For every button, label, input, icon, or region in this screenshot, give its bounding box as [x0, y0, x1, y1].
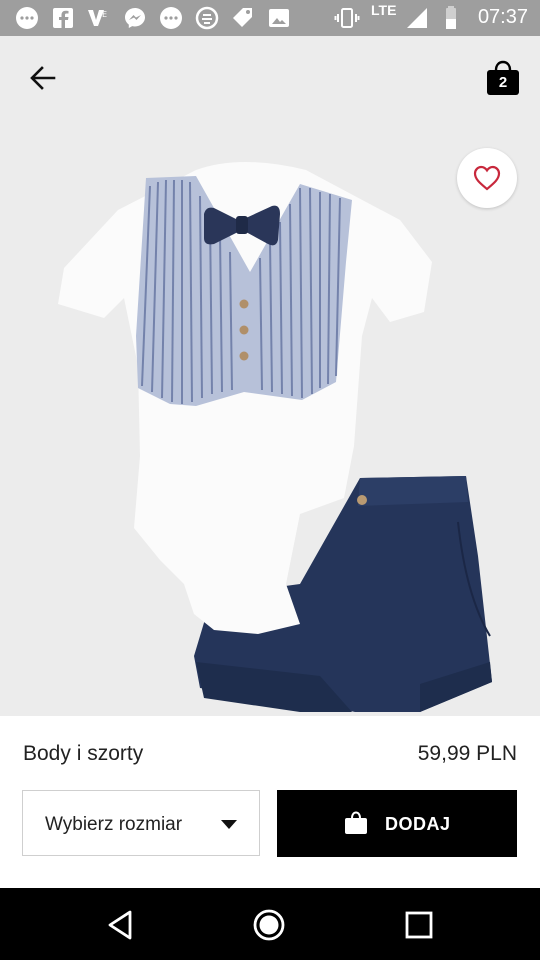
app-icon — [195, 6, 219, 30]
svg-text:E: E — [102, 10, 107, 19]
messenger-icon — [16, 7, 38, 29]
size-dropdown[interactable]: Wybierz rozmiar — [22, 790, 260, 856]
home-circle-icon[interactable] — [252, 908, 286, 942]
chat-icon — [160, 7, 182, 29]
signal-icon — [407, 8, 427, 28]
image-icon — [269, 9, 289, 27]
status-bar: E LTE 07:37 — [0, 0, 540, 36]
back-triangle-icon[interactable] — [104, 908, 138, 942]
messenger-icon — [125, 8, 145, 28]
tag-icon — [233, 8, 252, 27]
battery-icon — [446, 6, 456, 29]
add-to-bag-button[interactable]: DODAJ — [277, 790, 517, 857]
back-button[interactable] — [22, 58, 62, 98]
product-info-panel: Body i szorty 59,99 PLN Wybierz rozmiar … — [0, 716, 540, 888]
product-gallery[interactable]: 2 — [0, 36, 540, 716]
navigation-bar — [0, 888, 540, 960]
vibrate-icon — [334, 8, 360, 28]
size-dropdown-label: Wybierz rozmiar — [45, 814, 183, 835]
favorite-button[interactable] — [457, 148, 517, 208]
heart-icon — [473, 165, 501, 191]
recents-square-icon[interactable] — [402, 908, 436, 942]
product-name: Body i szorty — [23, 742, 144, 765]
network-label: LTE — [371, 2, 397, 18]
shopping-bag-icon — [345, 811, 367, 834]
product-price: 59,99 PLN — [417, 742, 517, 765]
product-photo — [58, 162, 492, 712]
clock: 07:37 — [477, 6, 528, 28]
vod-icon: E — [88, 10, 107, 26]
chevron-down-icon — [221, 820, 237, 829]
arrow-left-icon — [30, 66, 56, 90]
bag-count-badge: 2 — [498, 74, 508, 91]
shopping-bag-button[interactable]: 2 — [482, 58, 524, 100]
add-to-bag-label: DODAJ — [385, 814, 451, 834]
facebook-icon — [53, 8, 73, 29]
